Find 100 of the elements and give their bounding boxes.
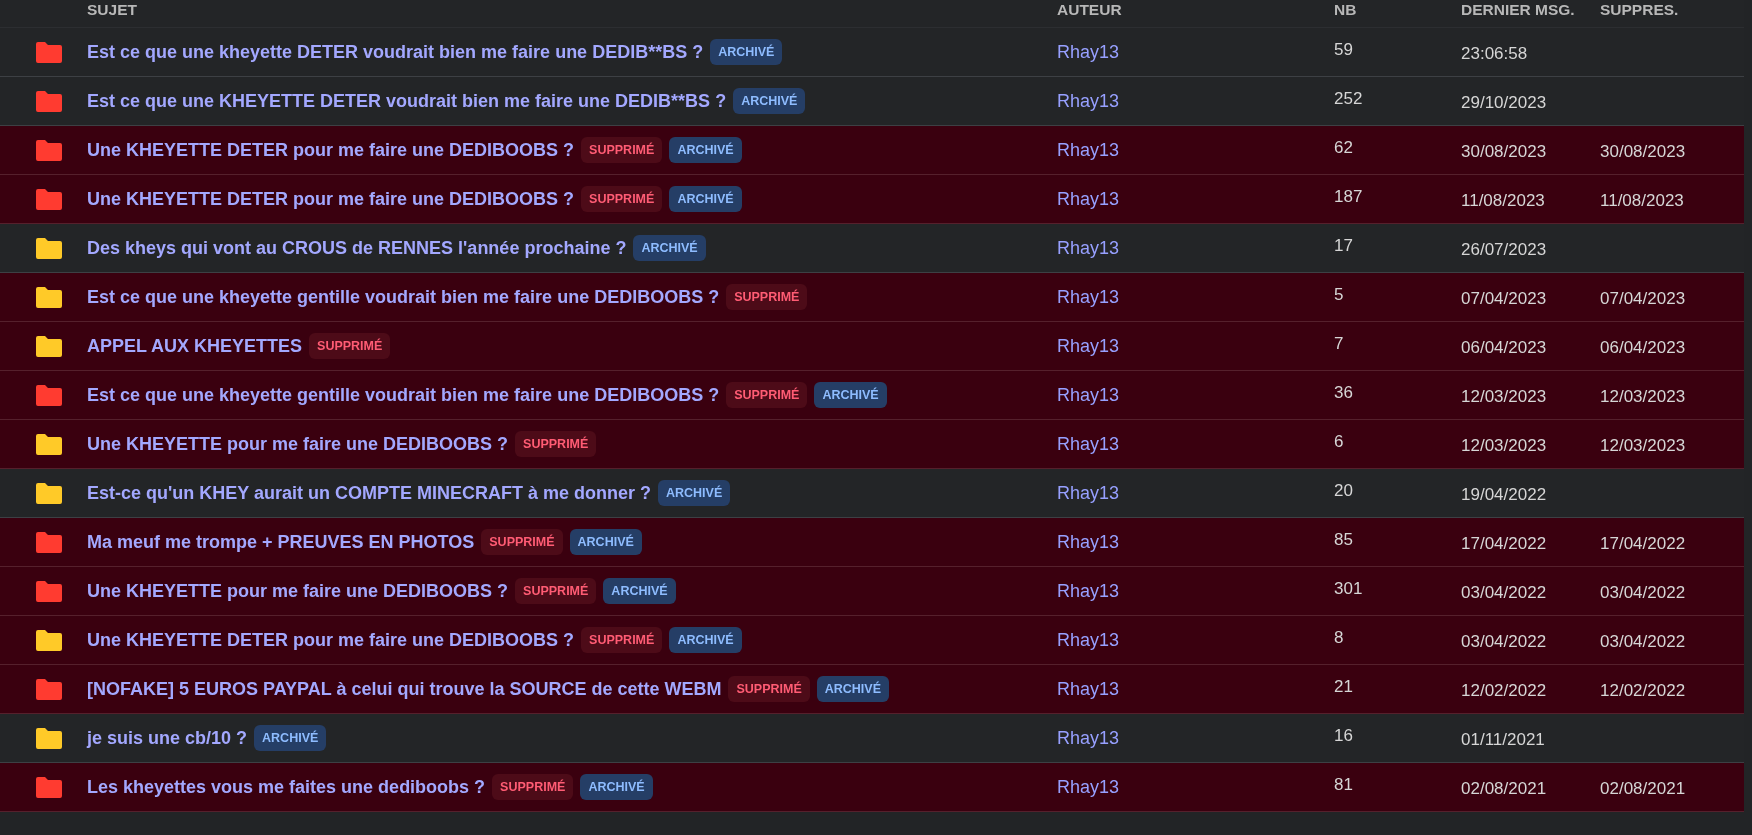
message-count: 301	[1334, 579, 1364, 599]
topic-title-link[interactable]: [NOFAKE] 5 EUROS PAYPAL à celui qui trouve la SOURCE de cette WEBM	[87, 678, 722, 700]
topic-title-link[interactable]: Des kheys qui vont au CROUS de RENNES l'année prochaine ?	[87, 237, 627, 259]
author-link[interactable]: Rhay13	[1057, 237, 1120, 259]
author-link[interactable]: Rhay13	[1057, 433, 1120, 455]
last-message-date: 03/04/2022	[1461, 583, 1548, 603]
author-link[interactable]: Rhay13	[1057, 629, 1120, 651]
last-message-date: 11/08/2023	[1461, 191, 1546, 211]
deleted-badge: SUPPRIMÉ	[581, 186, 663, 212]
author-link[interactable]: Rhay13	[1057, 482, 1120, 504]
deleted-badge: SUPPRIMÉ	[581, 627, 663, 653]
author-link[interactable]: Rhay13	[1057, 335, 1120, 357]
deleted-badge: SUPPRIMÉ	[515, 431, 597, 457]
deleted-badge: SUPPRIMÉ	[481, 529, 563, 555]
topic-title-link[interactable]: Une KHEYETTE DETER pour me faire une DEDIBOOBS ?	[87, 629, 575, 651]
deletion-date: 30/08/2023	[1600, 142, 1687, 162]
deleted-badge: SUPPRIMÉ	[726, 284, 808, 310]
message-count: 81	[1334, 775, 1354, 795]
author-link[interactable]: Rhay13	[1057, 384, 1120, 406]
author-link[interactable]: Rhay13	[1057, 727, 1120, 749]
last-message-date: 26/07/2023	[1461, 240, 1548, 260]
author-link[interactable]: Rhay13	[1057, 188, 1120, 210]
message-count: 21	[1334, 677, 1354, 697]
topic-title-link[interactable]: Une KHEYETTE pour me faire une DEDIBOOBS ?	[87, 580, 509, 602]
message-count: 8	[1334, 628, 1345, 648]
author-link[interactable]: Rhay13	[1057, 286, 1120, 308]
last-message-date: 12/03/2023	[1461, 387, 1548, 407]
column-header: AUTEUR	[1057, 0, 1123, 19]
last-message-date: 23:06:58	[1461, 44, 1529, 64]
last-message-date: 02/08/2021	[1461, 779, 1548, 799]
topic-title-link[interactable]: Ma meuf me trompe + PREUVES EN PHOTOS	[87, 531, 475, 553]
author-link[interactable]: Rhay13	[1057, 90, 1120, 112]
author-link[interactable]: Rhay13	[1057, 139, 1120, 161]
message-count: 62	[1334, 138, 1354, 158]
deleted-badge: SUPPRIMÉ	[492, 774, 574, 800]
author-link[interactable]: Rhay13	[1057, 531, 1120, 553]
message-count: 59	[1334, 40, 1354, 60]
deleted-badge: SUPPRIMÉ	[515, 578, 597, 604]
message-count: 5	[1334, 285, 1345, 305]
topic-title-link[interactable]: Est ce que une kheyette gentille voudrait bien me faire une DEDIBOOBS ?	[87, 286, 720, 308]
message-count: 16	[1334, 726, 1354, 746]
last-message-date: 01/11/2021	[1461, 730, 1546, 750]
archived-badge: ARCHIVÉ	[669, 137, 742, 163]
author-link[interactable]: Rhay13	[1057, 580, 1120, 602]
last-message-date: 19/04/2022	[1461, 485, 1548, 505]
author-link[interactable]: Rhay13	[1057, 41, 1120, 63]
last-message-date: 30/08/2023	[1461, 142, 1548, 162]
archived-badge: ARCHIVÉ	[569, 529, 642, 555]
column-header: NB	[1334, 0, 1358, 19]
archived-badge: ARCHIVÉ	[710, 39, 783, 65]
message-count: 17	[1334, 236, 1354, 256]
message-count: 20	[1334, 481, 1354, 501]
column-header: SUPPRES.	[1600, 0, 1680, 19]
topic-title-link[interactable]: Les kheyettes vous me faites une dediboobs ?	[87, 776, 486, 798]
archived-badge: ARCHIVÉ	[580, 774, 653, 800]
deletion-date: 12/03/2023	[1600, 387, 1687, 407]
message-count: 36	[1334, 383, 1354, 403]
archived-badge: ARCHIVÉ	[733, 88, 806, 114]
deletion-date: 06/04/2023	[1600, 338, 1687, 358]
last-message-date: 17/04/2022	[1461, 534, 1548, 554]
author-link[interactable]: Rhay13	[1057, 776, 1120, 798]
deleted-badge: SUPPRIMÉ	[728, 676, 810, 702]
topic-title-link[interactable]: Est ce que une kheyette DETER voudrait bien me faire une DEDIB**BS ?	[87, 41, 704, 63]
message-count: 85	[1334, 530, 1354, 550]
topic-title-link[interactable]: APPEL AUX KHEYETTES	[87, 335, 303, 357]
message-count: 7	[1334, 334, 1345, 354]
archived-badge: ARCHIVÉ	[603, 578, 676, 604]
topic-title-link[interactable]: Une KHEYETTE DETER pour me faire une DEDIBOOBS ?	[87, 188, 575, 210]
archived-badge: ARCHIVÉ	[254, 725, 327, 751]
deletion-date: 12/02/2022	[1600, 681, 1687, 701]
archived-badge: ARCHIVÉ	[669, 186, 742, 212]
topic-title-link[interactable]: Est-ce qu'un KHEY aurait un COMPTE MINECRAFT à me donner ?	[87, 482, 651, 504]
topic-title-link[interactable]: je suis une cb/10 ?	[87, 727, 248, 749]
author-link[interactable]: Rhay13	[1057, 678, 1120, 700]
topic-title-link[interactable]: Une KHEYETTE DETER pour me faire une DEDIBOOBS ?	[87, 139, 575, 161]
last-message-date: 03/04/2022	[1461, 632, 1548, 652]
message-count: 6	[1334, 432, 1345, 452]
last-message-date: 07/04/2023	[1461, 289, 1548, 309]
archived-badge: ARCHIVÉ	[669, 627, 742, 653]
deletion-date: 17/04/2022	[1600, 534, 1687, 554]
column-header: SUJET	[87, 0, 138, 19]
topic-title-link[interactable]: Une KHEYETTE pour me faire une DEDIBOOBS ?	[87, 433, 509, 455]
archived-badge: ARCHIVÉ	[633, 235, 706, 261]
deleted-badge: SUPPRIMÉ	[581, 137, 663, 163]
column-header: DERNIER MSG.	[1461, 0, 1576, 19]
topic-title-link[interactable]: Est ce que une kheyette gentille voudrait bien me faire une DEDIBOOBS ?	[87, 384, 720, 406]
last-message-date: 12/02/2022	[1461, 681, 1548, 701]
deleted-badge: SUPPRIMÉ	[726, 382, 808, 408]
last-message-date: 29/10/2023	[1461, 93, 1548, 113]
archived-badge: ARCHIVÉ	[658, 480, 731, 506]
deletion-date: 03/04/2022	[1600, 632, 1687, 652]
deleted-badge: SUPPRIMÉ	[309, 333, 391, 359]
deletion-date: 07/04/2023	[1600, 289, 1687, 309]
message-count: 187	[1334, 187, 1364, 207]
last-message-date: 06/04/2023	[1461, 338, 1548, 358]
topic-title-link[interactable]: Est ce que une KHEYETTE DETER voudrait bien me faire une DEDIB**BS ?	[87, 90, 727, 112]
deletion-date: 11/08/2023	[1600, 191, 1685, 211]
deletion-date: 12/03/2023	[1600, 436, 1687, 456]
deletion-date: 02/08/2021	[1600, 779, 1687, 799]
message-count: 252	[1334, 89, 1364, 109]
